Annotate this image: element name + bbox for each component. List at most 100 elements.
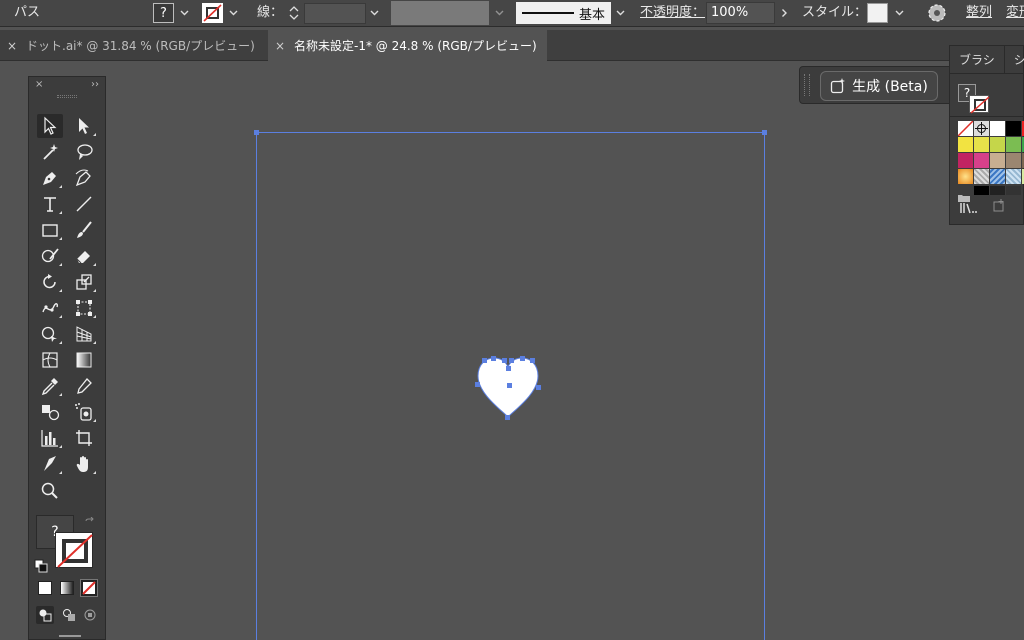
close-panel-icon[interactable]: × <box>35 79 43 90</box>
swatch-pattern-1[interactable] <box>974 169 989 184</box>
draw-behind-button[interactable] <box>60 606 78 624</box>
rectangle-tool[interactable] <box>37 218 63 242</box>
swatch-none[interactable] <box>957 120 974 137</box>
fill-swatch-button[interactable]: ? <box>153 3 174 23</box>
puppet-warp-tool[interactable] <box>37 296 63 320</box>
swatch-black[interactable] <box>1006 121 1021 136</box>
none-mode-button[interactable] <box>80 579 98 597</box>
swatch-brown[interactable] <box>1006 153 1021 168</box>
swap-fill-stroke-icon[interactable] <box>84 514 96 526</box>
default-fill-stroke-icon[interactable] <box>34 558 48 573</box>
hand-tool[interactable] <box>71 452 97 476</box>
swatch-white[interactable] <box>990 121 1005 136</box>
transform-link[interactable]: 変形 <box>1006 0 1024 26</box>
gradient-tool[interactable] <box>71 348 97 372</box>
gradient-icon <box>76 352 92 368</box>
opacity-label[interactable]: 不透明度： <box>640 0 705 26</box>
stroke-weight-stepper[interactable] <box>285 3 303 23</box>
close-icon[interactable]: × <box>274 39 286 53</box>
panel-grip[interactable] <box>57 95 77 98</box>
shape-builder-tool[interactable] <box>37 322 63 346</box>
align-link[interactable]: 整列 <box>966 0 992 26</box>
eyedropper-icon <box>41 378 58 396</box>
swatch-yellow[interactable] <box>958 137 973 152</box>
stroke-swatch-button[interactable] <box>202 3 223 23</box>
slice-knife-icon <box>44 456 56 471</box>
variable-width-profile-field[interactable] <box>391 1 489 25</box>
generative-sparkle-icon <box>831 78 846 94</box>
tab-brushes[interactable]: ブラシ <box>950 46 1005 73</box>
line-segment-tool[interactable] <box>71 192 97 216</box>
swatch-magenta[interactable] <box>958 153 973 168</box>
blend-tool[interactable] <box>37 400 63 424</box>
curvature-tool[interactable] <box>71 166 97 190</box>
fill-dropdown-chevron[interactable] <box>177 0 191 26</box>
eyedropper-tool[interactable] <box>37 374 63 398</box>
stroke-swatch-large[interactable] <box>55 532 93 568</box>
stroke-weight-input[interactable] <box>304 3 366 24</box>
direct-selection-tool[interactable] <box>71 114 97 138</box>
tab-symbols[interactable]: シ <box>1005 46 1024 73</box>
swatch-lime[interactable] <box>990 137 1005 152</box>
artboard-tool[interactable] <box>71 426 97 450</box>
tools-panel-header[interactable]: × ›› <box>29 77 105 91</box>
pen-tool[interactable] <box>37 166 63 190</box>
tab-untitled-1[interactable]: × 名称未設定-1* @ 24.8 % (RGB/プレビュー) <box>268 30 547 61</box>
symbol-sprayer-tool[interactable] <box>71 400 97 424</box>
magic-wand-tool[interactable] <box>37 140 63 164</box>
new-swatch-icon[interactable] <box>992 198 1006 212</box>
lasso-tool[interactable] <box>71 140 97 164</box>
taskbar-grip[interactable] <box>804 74 810 96</box>
swatch-pattern-2[interactable] <box>990 169 1005 184</box>
free-transform-tool[interactable] <box>71 296 97 320</box>
stroke-weight-dropdown-chevron[interactable] <box>367 0 381 26</box>
swatch-libraries-icon[interactable] <box>960 199 978 214</box>
opacity-arrow[interactable] <box>777 0 791 26</box>
eraser-tool[interactable] <box>71 244 97 268</box>
graphic-style-chevron[interactable] <box>892 0 906 26</box>
swatch-registration[interactable] <box>974 121 989 136</box>
shaper-tool[interactable] <box>37 244 63 268</box>
type-tool[interactable] <box>37 192 63 216</box>
panel-stroke-swatch[interactable] <box>969 95 990 114</box>
rotate-tool[interactable] <box>37 270 63 294</box>
perspective-grid-tool[interactable] <box>71 322 97 346</box>
brush-definition-chevron[interactable] <box>613 0 627 26</box>
scale-tool[interactable] <box>71 270 97 294</box>
zoom-tool[interactable] <box>37 479 63 503</box>
screen-mode-icon[interactable] <box>59 635 81 640</box>
selection-tool[interactable] <box>37 114 63 138</box>
artboard-handle-top-right[interactable] <box>762 130 767 135</box>
slice-tool[interactable] <box>37 452 63 476</box>
brush-definition-field[interactable]: 基本 <box>516 2 611 24</box>
swatch-gray-2[interactable] <box>990 186 1005 195</box>
artboard-handle-top-left[interactable] <box>254 130 259 135</box>
collapse-panel-icon[interactable]: ›› <box>91 79 99 90</box>
swatch-gray-1[interactable] <box>974 186 989 195</box>
color-mode-button[interactable] <box>38 581 52 595</box>
gradient-mode-button[interactable] <box>60 581 74 595</box>
swatch-tan[interactable] <box>990 153 1005 168</box>
column-graph-tool[interactable] <box>37 426 63 450</box>
heart-shape[interactable] <box>470 352 550 426</box>
stroke-dropdown-chevron[interactable] <box>226 0 240 26</box>
swatch-green[interactable] <box>1006 137 1021 152</box>
tab-dot-ai[interactable]: × ドット.ai* @ 31.84 % (RGB/プレビュー) <box>0 30 268 61</box>
swatch-gray-3[interactable] <box>1006 186 1021 195</box>
opacity-input[interactable]: 100% <box>706 2 775 24</box>
swatch-orange-radial[interactable] <box>958 169 973 184</box>
swatch-yellow-2[interactable] <box>974 137 989 152</box>
generate-beta-button[interactable]: 生成 (Beta) <box>820 71 938 101</box>
recolor-artwork-button[interactable] <box>927 3 947 23</box>
variable-width-chevron[interactable] <box>492 0 506 26</box>
close-icon[interactable]: × <box>6 39 18 53</box>
mesh-tool[interactable] <box>37 348 63 372</box>
draw-normal-button[interactable] <box>36 606 54 624</box>
measure-tool[interactable] <box>71 374 97 398</box>
folder-icon[interactable] <box>958 187 970 202</box>
swatch-pattern-3[interactable] <box>1006 169 1021 184</box>
draw-inside-button[interactable] <box>81 606 99 624</box>
graphic-style-swatch[interactable] <box>867 3 888 23</box>
paintbrush-tool[interactable] <box>71 218 97 242</box>
swatch-pink[interactable] <box>974 153 989 168</box>
